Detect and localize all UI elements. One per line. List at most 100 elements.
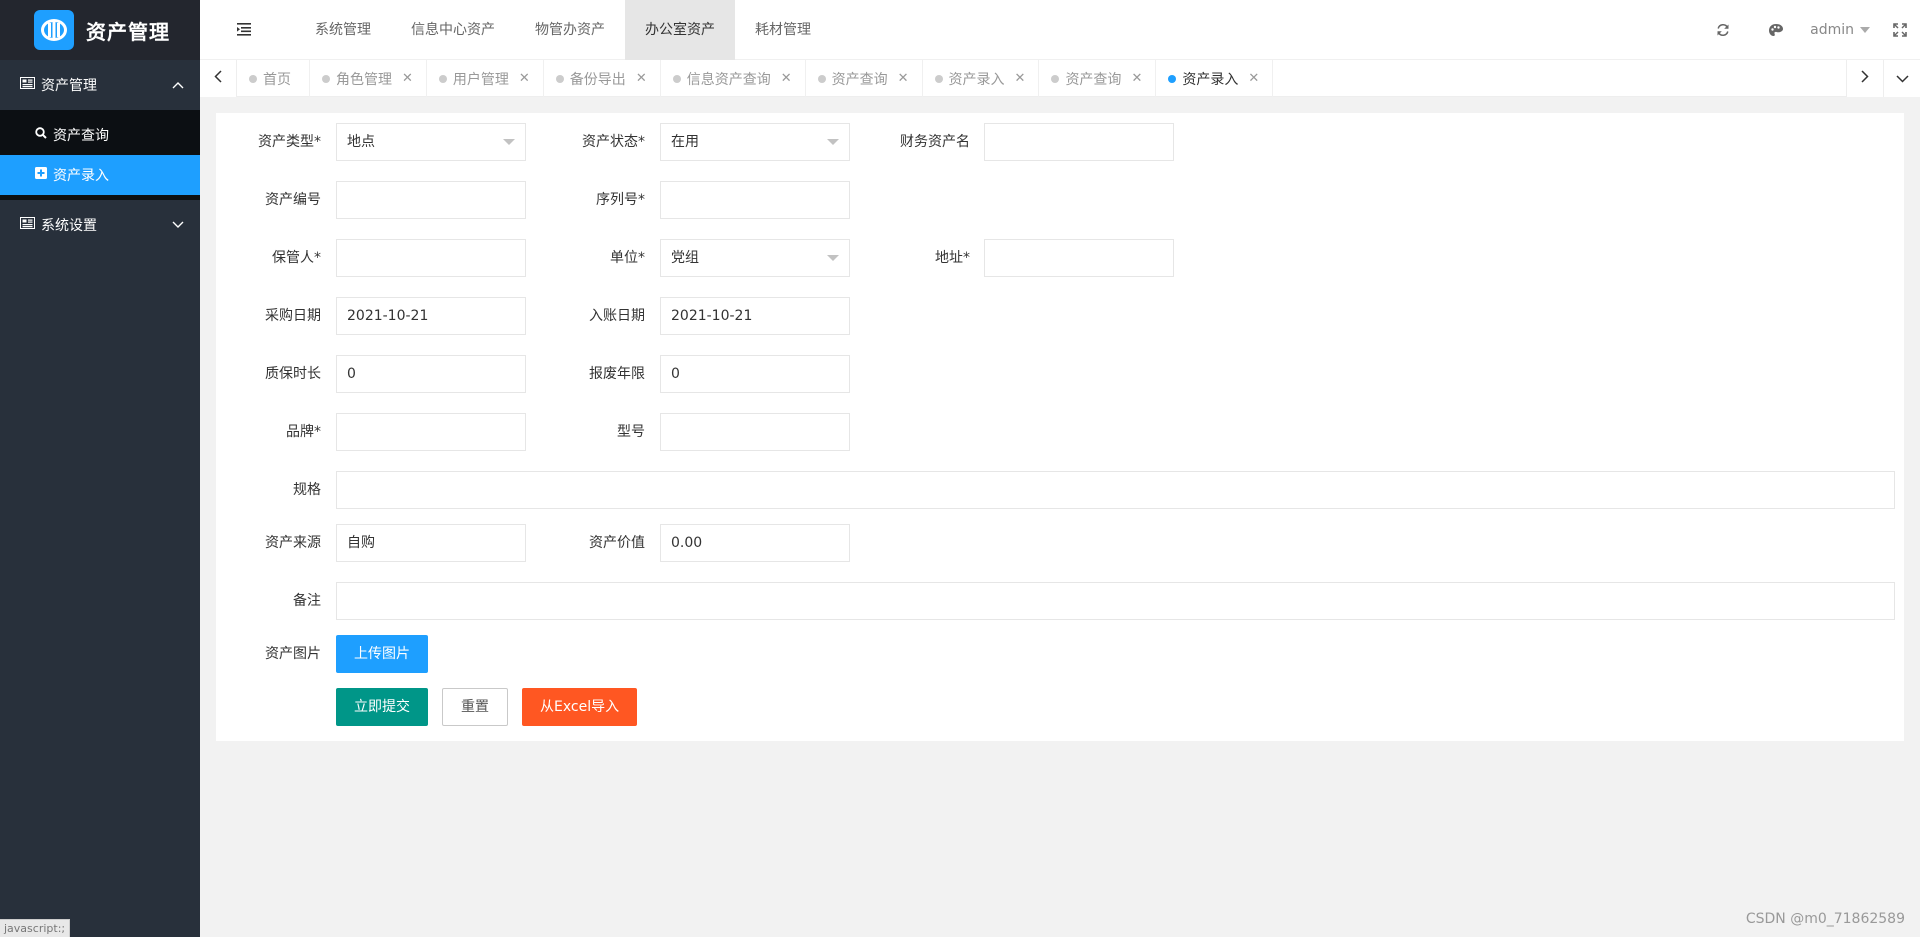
tab-dot xyxy=(1168,75,1177,83)
page-tabs: 首页 角色管理 ✕ 用户管理 ✕ 备份导出 ✕ 信息资产查询 ✕ 资产查询 ✕ 资产录入 ✕… xyxy=(237,60,1274,97)
user-menu[interactable]: admin xyxy=(1810,0,1870,60)
page-tab-active[interactable]: 资产录入 ✕ xyxy=(1156,60,1274,97)
page-tab[interactable]: 资产查询 ✕ xyxy=(1039,60,1157,97)
chevron-right-icon xyxy=(1861,70,1869,87)
browser-status-text: javascript:; xyxy=(0,919,71,937)
asset-entry-form: 资产类型* 地点 资产状态* 在用 财务资产名 资产编号 序列号* 保管人* 单… xyxy=(216,113,1904,741)
upload-picture-button[interactable]: 上传图片 xyxy=(336,635,428,673)
keeper-input[interactable] xyxy=(336,239,526,277)
asset-source-input[interactable]: 自购 xyxy=(336,524,526,562)
top-nav-office-assets[interactable]: 办公室资产 xyxy=(625,0,735,60)
reset-button[interactable]: 重置 xyxy=(442,688,508,726)
sidebar: 资产管理 资产管理 资产查询 资产录入 系统设置 javascript:; xyxy=(0,0,200,937)
asset-status-select[interactable]: 在用 xyxy=(660,123,850,161)
page-tab[interactable]: 角色管理 ✕ xyxy=(310,60,427,97)
chevron-down-icon xyxy=(1895,71,1909,87)
scrap-years-input[interactable]: 0 xyxy=(660,355,850,393)
unit-label: 单位* xyxy=(610,250,645,266)
model-input[interactable] xyxy=(660,413,850,451)
submit-button[interactable]: 立即提交 xyxy=(336,688,428,726)
close-icon[interactable]: ✕ xyxy=(781,71,792,86)
close-icon[interactable]: ✕ xyxy=(636,71,647,86)
entry-date-label: 入账日期 xyxy=(589,308,645,324)
scrap-years-label: 报废年限 xyxy=(589,366,645,382)
refresh-icon[interactable] xyxy=(1703,0,1743,60)
model-label: 型号 xyxy=(617,424,645,440)
fullscreen-icon[interactable] xyxy=(1880,0,1920,60)
tab-label: 首页 xyxy=(263,71,291,88)
sidebar-group-label: 系统设置 xyxy=(41,218,97,234)
page-tab[interactable]: 用户管理 ✕ xyxy=(427,60,544,97)
tab-label: 用户管理 xyxy=(452,71,509,88)
tabs-scroll-left-button[interactable] xyxy=(200,60,237,97)
asset-value-input[interactable]: 0.00 xyxy=(660,524,850,562)
sidebar-submenu: 资产查询 资产录入 xyxy=(0,110,200,200)
asset-number-input[interactable] xyxy=(336,181,526,219)
top-nav-info-center-assets[interactable]: 信息中心资产 xyxy=(391,0,515,60)
tab-dot xyxy=(555,75,564,83)
grid-icon xyxy=(20,217,35,233)
logo[interactable]: 资产管理 xyxy=(0,0,200,60)
top-header: 系统管理 信息中心资产 物管办资产 办公室资产 耗材管理 admin xyxy=(200,0,1920,60)
spec-input[interactable] xyxy=(336,471,1895,509)
brand-input[interactable] xyxy=(336,413,526,451)
asset-type-select[interactable]: 地点 xyxy=(336,123,526,161)
asset-value-label: 资产价值 xyxy=(589,535,645,551)
remark-label: 备注 xyxy=(293,593,321,609)
asset-type-label: 资产类型* xyxy=(258,134,321,150)
tab-dot xyxy=(322,75,330,83)
close-icon[interactable]: ✕ xyxy=(519,71,530,86)
logo-icon xyxy=(34,10,74,50)
asset-picture-label: 资产图片 xyxy=(265,646,321,662)
watermark: CSDN @m0_71862589 xyxy=(1745,911,1905,927)
menu-toggle-icon[interactable] xyxy=(236,21,252,37)
search-icon xyxy=(35,127,47,143)
page-tab[interactable]: 资产查询 ✕ xyxy=(806,60,923,97)
unit-value: 党组 xyxy=(671,250,699,266)
page-tab[interactable]: 信息资产查询 ✕ xyxy=(661,60,806,97)
page-tab[interactable]: 备份导出 ✕ xyxy=(544,60,661,97)
sidebar-item-label: 资产录入 xyxy=(53,168,109,184)
caret-down-icon xyxy=(827,255,839,261)
asset-type-value: 地点 xyxy=(347,134,375,150)
remark-input[interactable] xyxy=(336,582,1895,620)
tab-label: 资产查询 xyxy=(1065,71,1122,88)
warranty-label: 质保时长 xyxy=(265,366,321,382)
tabs-menu-button[interactable] xyxy=(1883,60,1920,97)
warranty-input[interactable]: 0 xyxy=(336,355,526,393)
plus-square-icon xyxy=(35,167,47,183)
import-excel-button[interactable]: 从Excel导入 xyxy=(522,688,638,726)
serial-number-input[interactable] xyxy=(660,181,850,219)
sidebar-group-system-settings[interactable]: 系统设置 xyxy=(0,200,200,250)
top-nav: 系统管理 信息中心资产 物管办资产 办公室资产 耗材管理 xyxy=(295,0,831,60)
tab-label: 信息资产查询 xyxy=(686,71,771,88)
close-icon[interactable]: ✕ xyxy=(1131,71,1142,86)
close-icon[interactable]: ✕ xyxy=(1248,71,1259,86)
sidebar-item-asset-entry[interactable]: 资产录入 xyxy=(0,155,200,195)
sidebar-item-label: 资产查询 xyxy=(53,128,109,144)
sidebar-group-asset-management[interactable]: 资产管理 xyxy=(0,60,200,110)
sidebar-item-asset-query[interactable]: 资产查询 xyxy=(0,115,200,155)
finance-asset-name-input[interactable] xyxy=(984,123,1174,161)
address-input[interactable] xyxy=(984,239,1174,277)
tabs-scroll-right-button[interactable] xyxy=(1846,60,1883,97)
top-nav-property-office-assets[interactable]: 物管办资产 xyxy=(515,0,625,60)
entry-date-input[interactable]: 2021-10-21 xyxy=(660,297,850,335)
top-nav-system-management[interactable]: 系统管理 xyxy=(295,0,391,60)
tab-label: 资产录入 xyxy=(1182,71,1239,88)
tab-label: 角色管理 xyxy=(336,71,392,88)
close-icon[interactable]: ✕ xyxy=(898,71,909,86)
close-icon[interactable]: ✕ xyxy=(1015,71,1026,86)
purchase-date-input[interactable]: 2021-10-21 xyxy=(336,297,526,335)
page-tab[interactable]: 资产录入 ✕ xyxy=(923,60,1040,97)
unit-select[interactable]: 党组 xyxy=(660,239,850,277)
serial-number-label: 序列号* xyxy=(596,192,645,208)
top-nav-consumables[interactable]: 耗材管理 xyxy=(735,0,831,60)
purchase-date-label: 采购日期 xyxy=(265,308,321,324)
close-icon[interactable]: ✕ xyxy=(402,71,413,86)
sidebar-group-label: 资产管理 xyxy=(41,78,97,94)
page-tab[interactable]: 首页 xyxy=(237,60,310,97)
theme-palette-icon[interactable] xyxy=(1756,0,1796,60)
tab-label: 资产录入 xyxy=(948,71,1005,88)
finance-asset-name-label: 财务资产名 xyxy=(900,134,970,150)
